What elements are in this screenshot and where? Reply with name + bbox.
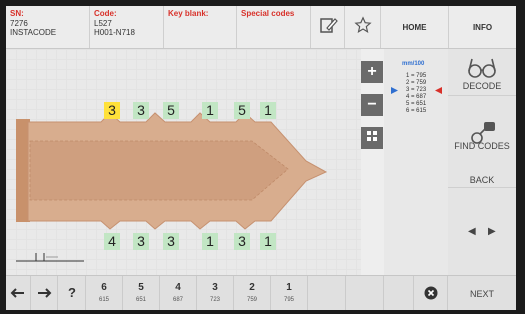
code-field[interactable]: Code: L527 H001-N718 <box>90 6 164 48</box>
info-button[interactable]: INFO <box>449 6 516 48</box>
special-codes-field[interactable]: Special codes <box>237 6 311 48</box>
code-value: L527 <box>94 19 112 28</box>
key-profile <box>16 112 328 262</box>
cut-top-4[interactable]: 1 <box>202 102 218 119</box>
cut-bottom-3[interactable]: 3 <box>163 233 179 250</box>
depth-value: 723 <box>209 297 220 303</box>
cut-top-3[interactable]: 5 <box>163 102 179 119</box>
help-button[interactable]: ? <box>58 276 86 310</box>
clear-button[interactable] <box>414 276 448 310</box>
find-codes-label: FIND CODES <box>454 141 510 151</box>
depth-value: 759 <box>246 297 257 303</box>
decode-button[interactable]: DECODE <box>448 49 516 96</box>
depth-pointer-red <box>435 87 442 94</box>
bottom-bar: ? 6 615 5 651 4 687 3 723 2 759 1 795 NE… <box>6 275 516 310</box>
back-button[interactable]: BACK <box>448 175 516 185</box>
top-bar: SN: 7276 INSTACODE Code: L527 H001-N718 … <box>6 6 516 49</box>
key-blank-field[interactable]: Key blank: <box>164 6 237 48</box>
next-cut-button[interactable] <box>31 276 58 310</box>
depth-markers <box>391 87 442 94</box>
code-value-series: H001-N718 <box>94 28 135 37</box>
cut-top-6[interactable]: 1 <box>260 102 276 119</box>
depth-number: 6 <box>101 282 107 293</box>
prev-cut-button[interactable] <box>6 276 31 310</box>
fit-view-button[interactable] <box>361 127 383 149</box>
empty-slot-1 <box>308 276 346 310</box>
serial-number-field[interactable]: SN: 7276 INSTACODE <box>6 6 90 48</box>
star-icon <box>353 15 372 39</box>
decode-label: DECODE <box>462 81 502 91</box>
next-button[interactable]: NEXT <box>448 276 516 310</box>
depth-number: 3 <box>212 282 218 293</box>
cut-bottom-5[interactable]: 3 <box>234 233 250 250</box>
home-button[interactable]: HOME <box>381 6 449 48</box>
code-label: Code: <box>94 9 117 18</box>
zoom-out-button[interactable]: − <box>361 94 383 116</box>
sn-value: 7276 <box>10 19 28 28</box>
glasses-icon <box>467 55 497 81</box>
arrow-right-icon[interactable]: ▶ <box>488 226 496 237</box>
screen: SN: 7276 INSTACODE Code: L527 H001-N718 … <box>6 6 516 310</box>
edit-button[interactable] <box>311 6 345 48</box>
sn-value-brand: INSTACODE <box>10 28 57 37</box>
expand-icon <box>366 129 378 147</box>
minus-icon: − <box>367 96 377 113</box>
cut-bottom-4[interactable]: 1 <box>202 233 218 250</box>
depth-button-4[interactable]: 4 687 <box>160 276 197 310</box>
arrow-right-icon <box>36 285 52 306</box>
depth-button-1[interactable]: 1 795 <box>271 276 308 310</box>
depth-pointer-blue <box>391 87 398 94</box>
depth-number: 4 <box>175 282 181 293</box>
empty-slot-3 <box>384 276 414 310</box>
arrow-left-icon <box>10 285 26 306</box>
depth-value: 795 <box>283 297 294 303</box>
depth-number: 2 <box>249 282 255 293</box>
depth-value: 687 <box>172 297 183 303</box>
depth-button-6[interactable]: 6 615 <box>86 276 123 310</box>
cut-bottom-2[interactable]: 3 <box>133 233 149 250</box>
edit-icon <box>318 15 338 40</box>
sn-label: SN: <box>10 9 24 18</box>
key-groove <box>29 140 289 201</box>
favorite-button[interactable] <box>345 6 381 48</box>
depth-value: 615 <box>98 297 109 303</box>
help-icon: ? <box>68 285 76 300</box>
depth-value: 651 <box>135 297 146 303</box>
depth-number: 1 <box>286 282 292 293</box>
zoom-in-button[interactable]: + <box>361 61 383 83</box>
cut-bottom-1[interactable]: 4 <box>104 233 120 250</box>
cut-top-1[interactable]: 3 <box>104 102 120 119</box>
scale-indicator <box>16 253 84 262</box>
close-circle-icon <box>424 286 438 305</box>
special-codes-label: Special codes <box>241 9 295 18</box>
depth-button-2[interactable]: 2 759 <box>234 276 271 310</box>
key-blank-label: Key blank: <box>168 9 209 18</box>
empty-slot-2 <box>346 276 384 310</box>
depth-button-5[interactable]: 5 651 <box>123 276 160 310</box>
arrow-left-icon[interactable]: ◀ <box>468 226 476 237</box>
key-drawing-area[interactable]: 3 3 5 1 5 1 4 3 3 1 3 1 <box>6 49 361 275</box>
depth-button-3[interactable]: 3 723 <box>197 276 234 310</box>
plus-icon: + <box>367 63 377 80</box>
cut-top-2[interactable]: 3 <box>133 102 149 119</box>
find-codes-button[interactable]: FIND CODES BACK <box>448 96 516 188</box>
depth-table: mm/100 1 = 795 2 = 759 3 = 723 4 = 687 5… <box>384 49 448 275</box>
cursor-nav: ◀ ▶ <box>448 188 516 275</box>
cut-top-5[interactable]: 5 <box>234 102 250 119</box>
depth-number: 5 <box>138 282 144 293</box>
cut-bottom-6[interactable]: 1 <box>260 233 276 250</box>
